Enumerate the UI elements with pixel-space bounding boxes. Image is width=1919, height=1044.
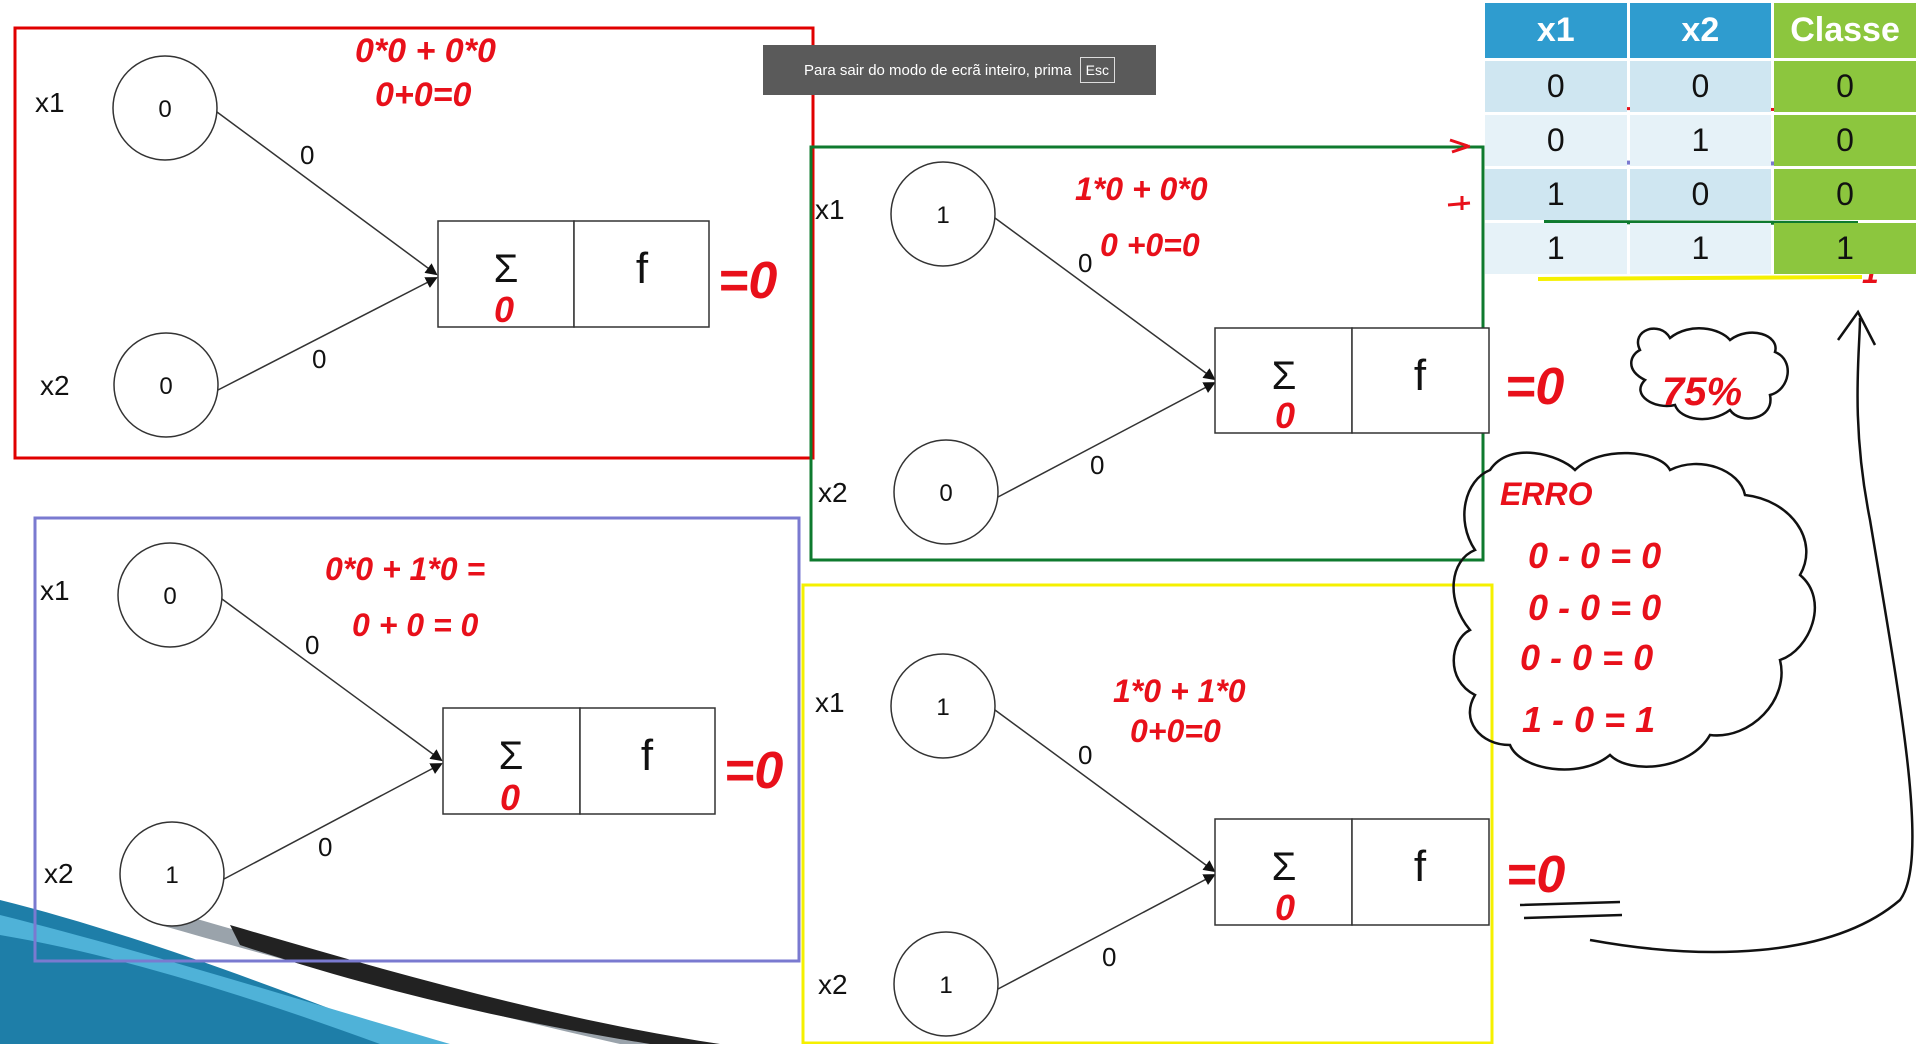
cell-x2: 1	[1629, 223, 1772, 274]
calc-line-2: 0+0=0	[375, 76, 472, 114]
input-value-x1: 0	[163, 583, 176, 610]
cell-x1: 1	[1485, 169, 1627, 220]
sigma-symbol: Σ	[1272, 845, 1297, 889]
input-value-x1: 0	[158, 96, 171, 123]
header-x2: x2	[1629, 3, 1772, 58]
cell-x1: 0	[1485, 61, 1627, 112]
edge-x2	[223, 763, 443, 880]
header-classe: Classe	[1774, 3, 1916, 58]
calc-line-1: 1*0 + 0*0	[1075, 171, 1208, 207]
weight-w2: 0	[1090, 450, 1104, 480]
table-row: 0 0 0	[1485, 61, 1916, 112]
slide-decoration-wave	[0, 900, 720, 1044]
input-value-x2: 1	[939, 972, 952, 999]
x2-label: x2	[818, 969, 848, 1000]
header-x1: x1	[1485, 3, 1627, 58]
x1-label: x1	[35, 87, 65, 118]
sigma-symbol: Σ	[494, 247, 519, 291]
truth-table: x1 x2 Classe 0 0 0 0 1 0 1 0 0 1 1 1	[1482, 0, 1919, 277]
cell-x1: 1	[1485, 223, 1627, 274]
input-value-x2: 0	[939, 480, 952, 507]
sigma-symbol: Σ	[1272, 354, 1297, 398]
cell-x1: 0	[1485, 115, 1627, 166]
table-row: 1 0 0	[1485, 169, 1916, 220]
sum-result: 0	[500, 777, 520, 818]
x1-label: x1	[815, 194, 845, 225]
accuracy-text: 75%	[1662, 370, 1742, 414]
edge-x2	[997, 382, 1216, 498]
weight-w2: 0	[318, 832, 332, 862]
error-line-1: 0 - 0 = 0	[1528, 535, 1661, 576]
calc-line-2: 0+0=0	[1130, 713, 1221, 749]
calc-line-1: 0*0 + 1*0 =	[325, 551, 485, 587]
fullscreen-exit-notification: Para sair do modo de ecrã inteiro, prima…	[763, 45, 1156, 95]
weight-w1: 0	[1078, 740, 1092, 770]
x2-label: x2	[40, 370, 70, 401]
feedback-arrow	[1589, 309, 1914, 954]
cell-classe: 0	[1774, 169, 1916, 220]
weight-w2: 0	[1102, 942, 1116, 972]
x2-label: x2	[818, 477, 848, 508]
table-row: 1 1 1	[1485, 223, 1916, 274]
activation-f: f	[636, 244, 649, 293]
weight-w1: 0	[1078, 248, 1092, 278]
input-value-x1: 1	[936, 694, 949, 721]
error-line-3: 0 - 0 = 0	[1520, 637, 1653, 678]
cell-x2: 0	[1629, 61, 1772, 112]
cell-classe: 0	[1774, 61, 1916, 112]
sum-result: 0	[1275, 887, 1295, 928]
perceptron-4: x1 x2 1 1 0 0 Σ f 0 =0 1*0 + 1*0 0+0=0	[815, 653, 1623, 1037]
cell-x2: 1	[1629, 115, 1772, 166]
edge-x2	[217, 277, 438, 391]
output-double-underline	[1519, 900, 1623, 920]
notification-text: Para sair do modo de ecrã inteiro, prima	[804, 61, 1072, 79]
cell-classe: 1	[1774, 223, 1916, 274]
perceptron-3: x1 x2 0 1 0 0 Σ f 0 =0 0*0 + 1*0 = 0 + 0…	[40, 542, 783, 927]
calc-line-2: 0 +0=0	[1100, 227, 1200, 263]
error-title: ERRO	[1500, 476, 1593, 512]
edge-x1	[216, 111, 438, 276]
activation-f: f	[1414, 351, 1427, 400]
calc-line-1: 0*0 + 0*0	[355, 32, 496, 70]
cell-classe: 0	[1774, 115, 1916, 166]
output-result: =0	[1505, 358, 1564, 416]
error-line-2: 0 - 0 = 0	[1528, 587, 1661, 628]
weight-w2: 0	[312, 344, 326, 374]
activation-f: f	[1414, 842, 1427, 891]
perceptron-2: x1 x2 1 0 0 0 Σ f 0 =0 1*0 + 0*0 0 +0=0	[815, 161, 1564, 545]
sum-result: 0	[1275, 395, 1295, 436]
x2-label: x2	[44, 858, 74, 889]
activation-f: f	[641, 731, 654, 780]
perceptron-1: x1 x2 0 0 0 0 Σ f 0 =0 0*0 + 0*0 0+0=0	[35, 32, 777, 438]
esc-key-badge[interactable]: Esc	[1079, 57, 1115, 83]
output-result: =0	[724, 742, 783, 800]
sum-result: 0	[494, 289, 514, 330]
output-result: =0	[718, 252, 777, 310]
row4-underline	[1537, 275, 1863, 281]
weight-w1: 0	[300, 140, 314, 170]
x1-label: x1	[815, 687, 845, 718]
input-value-x2: 0	[159, 373, 172, 400]
cell-x2: 0	[1629, 169, 1772, 220]
input-value-x1: 1	[936, 202, 949, 229]
sigma-symbol: Σ	[499, 734, 524, 778]
output-result: =0	[1506, 846, 1565, 904]
calc-line-1: 1*0 + 1*0	[1113, 673, 1246, 709]
x1-label: x1	[40, 575, 70, 606]
weight-w1: 0	[305, 630, 319, 660]
input-value-x2: 1	[165, 862, 178, 889]
table-row: 0 1 0	[1485, 115, 1916, 166]
error-line-4: 1 - 0 = 1	[1522, 699, 1655, 740]
margin-mark-2	[1447, 196, 1471, 210]
calc-line-2: 0 + 0 = 0	[352, 607, 479, 643]
